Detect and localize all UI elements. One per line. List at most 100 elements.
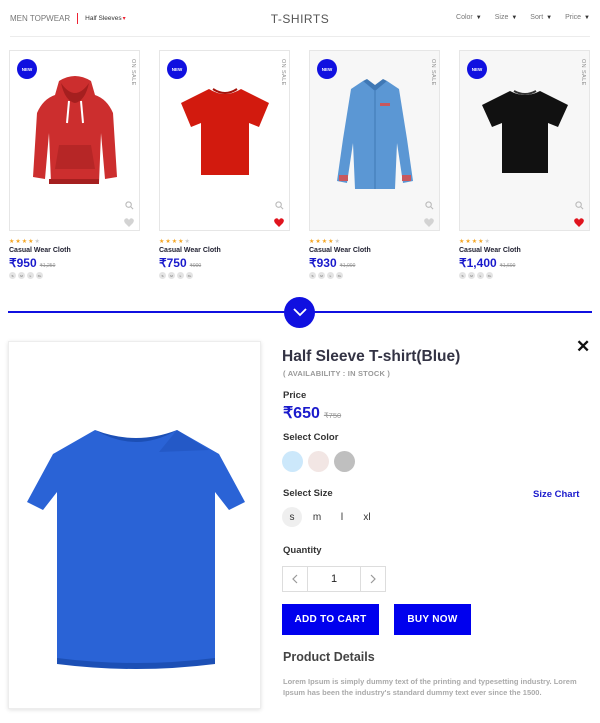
size-dots: S M L XL	[309, 272, 440, 279]
size-dot[interactable]: S	[459, 272, 466, 279]
heart-icon[interactable]	[424, 214, 434, 232]
top-bar: MEN TOPWEAR Half Sleeves ▾ T-SHIRTS Colo…	[10, 0, 590, 37]
close-icon[interactable]: ✕	[576, 337, 590, 357]
product-image	[10, 73, 139, 191]
size-dot[interactable]: M	[468, 272, 475, 279]
product-price: ₹950	[9, 256, 37, 270]
increment-button[interactable]	[361, 567, 385, 591]
product-image	[310, 77, 439, 191]
zoom-icon[interactable]	[125, 197, 134, 215]
zoom-icon[interactable]	[275, 197, 284, 215]
product-price: ₹1,400	[459, 256, 497, 270]
size-dot[interactable]: XL	[486, 272, 493, 279]
caret-down-icon: ▼	[511, 14, 518, 21]
size-dot[interactable]: L	[27, 272, 34, 279]
size-dot[interactable]: XL	[36, 272, 43, 279]
product-image-frame[interactable]: NEW ON SALE	[9, 50, 140, 231]
chevron-left-icon	[292, 574, 298, 584]
product-image	[160, 85, 289, 177]
product-title: Half Sleeve T-shirt(Blue)	[282, 348, 461, 365]
filter-label: Price	[565, 14, 582, 21]
size-option-s[interactable]: s	[282, 507, 302, 527]
rating-stars: ★★★★★	[159, 239, 191, 245]
new-badge: NEW	[317, 59, 337, 79]
collapse-button[interactable]	[284, 297, 315, 328]
quantity-label: Quantity	[283, 545, 322, 556]
product-image	[460, 87, 589, 175]
product-card[interactable]: NEW ON SALE ★★★★★ Casual Wear Cloth ₹1,4…	[459, 50, 590, 279]
detail-image-frame	[8, 341, 261, 709]
product-card[interactable]: NEW ON SALE ★★★★★ Casual Wear Cloth	[9, 50, 140, 279]
product-old-price: ₹1,250	[39, 263, 56, 269]
price-row: ₹1,400 ₹1,600	[459, 256, 590, 270]
product-price: ₹750	[159, 256, 187, 270]
quantity-input[interactable]: 1	[307, 567, 361, 591]
product-card[interactable]: NEW ON SALE ★★★★★ Casual Wear Cloth	[309, 50, 440, 279]
new-badge: NEW	[467, 59, 487, 79]
size-option-m[interactable]: m	[307, 507, 327, 527]
select-color-label: Select Color	[283, 432, 339, 443]
heart-icon[interactable]	[124, 214, 134, 232]
filter-size[interactable]: Size ▼	[495, 14, 518, 21]
size-option-xl[interactable]: xl	[357, 507, 377, 527]
size-dot[interactable]: S	[309, 272, 316, 279]
product-image-frame[interactable]: NEW ON SALE	[459, 50, 590, 231]
filter-color[interactable]: Color ▼	[456, 14, 482, 21]
zoom-icon[interactable]	[575, 197, 584, 215]
divider-line-right	[314, 311, 592, 313]
rating-stars: ★★★★★	[309, 239, 341, 245]
size-dots: S M L XL	[459, 272, 590, 279]
size-dot[interactable]: M	[168, 272, 175, 279]
filter-label: Size	[494, 14, 509, 21]
product-old-price: ₹1,000	[339, 263, 356, 269]
price-label: Price	[283, 390, 307, 401]
size-dots: S M L XL	[9, 272, 140, 279]
chevron-right-icon	[370, 574, 376, 584]
product-image-frame[interactable]: NEW ON SALE	[309, 50, 440, 231]
black-tshirt-image	[481, 90, 568, 173]
color-swatches	[282, 451, 355, 472]
zoom-icon[interactable]	[425, 197, 434, 215]
size-option-l[interactable]: l	[332, 507, 352, 527]
heart-icon[interactable]	[274, 214, 284, 232]
color-swatch-light-blue[interactable]	[282, 451, 303, 472]
divider-line-left	[8, 311, 285, 313]
size-dot[interactable]: XL	[336, 272, 343, 279]
quantity-stepper: 1	[282, 566, 386, 592]
buy-now-button[interactable]: BUY NOW	[394, 604, 471, 635]
new-badge: NEW	[167, 59, 187, 79]
size-dot[interactable]: S	[159, 272, 166, 279]
chevron-down-icon	[292, 308, 307, 317]
product-card[interactable]: NEW ON SALE ★★★★★ Casual Wear Cloth ₹750…	[159, 50, 290, 279]
product-name[interactable]: Casual Wear Cloth	[9, 247, 140, 254]
size-dot[interactable]: M	[18, 272, 25, 279]
rating-stars: ★★★★★	[459, 239, 491, 245]
size-dot[interactable]: L	[477, 272, 484, 279]
caret-down-icon: ▼	[475, 14, 482, 21]
color-swatch-grey[interactable]	[334, 451, 355, 472]
filter-sort[interactable]: Sort ▼	[530, 14, 552, 21]
heart-icon[interactable]	[574, 214, 584, 232]
price-row: ₹950 ₹1,250	[9, 256, 140, 270]
product-image-frame[interactable]: NEW ON SALE	[159, 50, 290, 231]
size-options: s m l xl	[282, 507, 377, 527]
size-chart-link[interactable]: Size Chart	[533, 489, 579, 500]
decrement-button[interactable]	[283, 567, 307, 591]
size-dots: S M L XL	[159, 272, 290, 279]
blue-tshirt-image	[27, 430, 245, 669]
size-dot[interactable]: S	[9, 272, 16, 279]
size-dot[interactable]: L	[177, 272, 184, 279]
product-name[interactable]: Casual Wear Cloth	[309, 247, 440, 254]
filter-price[interactable]: Price ▼	[565, 14, 590, 21]
old-price: ₹750	[323, 411, 342, 420]
size-dot[interactable]: L	[327, 272, 334, 279]
filter-label: Color	[456, 14, 473, 21]
product-name[interactable]: Casual Wear Cloth	[159, 247, 290, 254]
hoodie-image	[32, 76, 117, 184]
add-to-cart-button[interactable]: ADD TO CART	[282, 604, 379, 635]
filter-label: Sort	[530, 14, 544, 21]
product-name[interactable]: Casual Wear Cloth	[459, 247, 590, 254]
size-dot[interactable]: XL	[186, 272, 193, 279]
size-dot[interactable]: M	[318, 272, 325, 279]
color-swatch-blush[interactable]	[308, 451, 329, 472]
